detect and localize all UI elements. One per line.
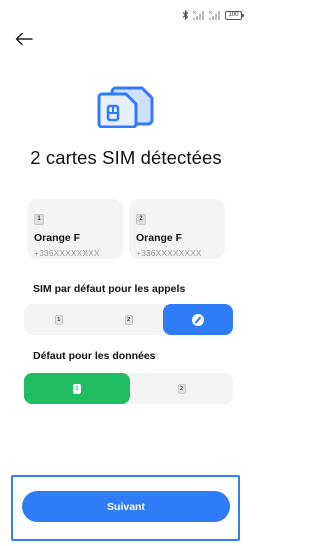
calls-option-sim-2[interactable]: 2 [94,304,164,335]
calls-option-sim-1[interactable]: 1 [24,304,94,335]
back-button[interactable] [12,28,36,50]
sim-2-chip: 2 [177,383,186,394]
sim-slot-badge: 1 [34,214,44,225]
calls-option-ask-every-time[interactable] [163,304,234,335]
sim-phone-number: +336XXXXXXXX [34,248,100,258]
sim-carrier-name: Orange F [136,232,183,244]
data-option-sim-2[interactable]: 2 [130,373,233,404]
data-option-sim-1[interactable]: 1 [24,373,130,404]
signal-icon [209,10,221,20]
page-title: 2 cartes SIM détectées [30,147,222,168]
arrow-left-icon [15,32,33,46]
sim-1-chip: 1 [54,314,63,325]
data-default-label: Défaut pour les données [33,350,156,362]
status-bar: 100 [182,8,244,22]
data-sim-selector: 1 2 [24,373,233,404]
signal-icon [193,10,205,20]
sim-card-2: 2 Orange F +336XXXXXXXX [129,199,225,259]
next-button[interactable]: Suivant [22,491,230,522]
sim-carrier-name: Orange F [34,232,81,244]
dual-sim-icon [97,86,154,128]
calls-default-label: SIM par défaut pour les appels [33,283,186,295]
sim-slot-badge: 2 [136,214,146,225]
calls-sim-selector: 1 2 [24,304,234,335]
battery-icon: 100 [225,10,244,20]
sim-2-chip: 2 [124,314,133,325]
bluetooth-icon [182,10,189,20]
sim-card-1: 1 Orange F +336XXXXXXXX [27,199,123,259]
ask-every-time-icon [192,313,205,326]
hero [0,82,252,132]
sim-1-chip: 1 [73,383,81,394]
sim-phone-number: +336XXXXXXXX [136,248,202,258]
